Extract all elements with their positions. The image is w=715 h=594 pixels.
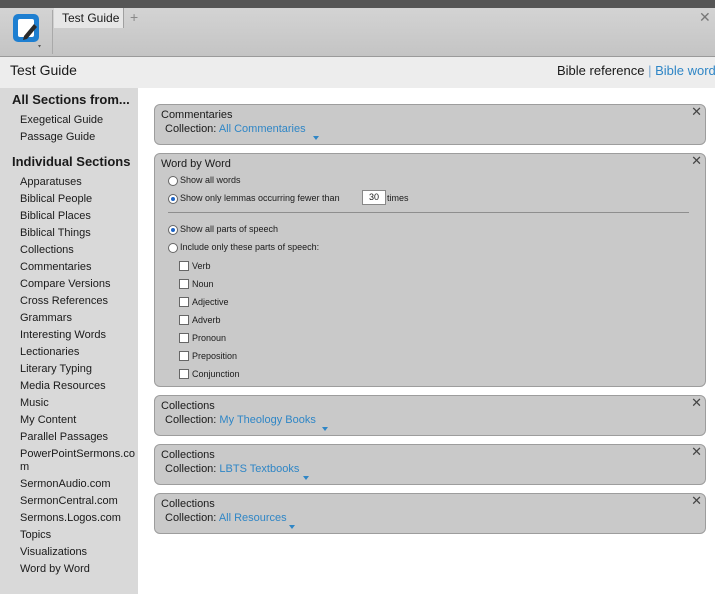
panel-title: Commentaries <box>161 109 233 121</box>
sidebar-item-biblical-places[interactable]: Biblical Places <box>20 210 91 222</box>
include-only-pos-radio[interactable] <box>168 243 178 253</box>
sidebar-heading-individual-sections: Individual Sections <box>12 154 131 169</box>
close-tab-icon[interactable]: ✕ <box>699 9 711 26</box>
pos-adjective-label: Adjective <box>192 297 229 307</box>
sidebar-item-cross-references[interactable]: Cross References <box>20 295 108 307</box>
sidebar-item-passage-guide[interactable]: Passage Guide <box>20 131 95 143</box>
close-icon[interactable]: ✕ <box>691 105 702 118</box>
collection-label: Collection: <box>165 414 217 426</box>
show-only-lemmas-radio[interactable] <box>168 194 178 204</box>
sidebar-item-sermoncentral[interactable]: SermonCentral.com <box>20 495 118 507</box>
pos-conjunction-checkbox[interactable] <box>179 369 189 379</box>
collection-dropdown[interactable]: All Commentaries <box>219 123 306 135</box>
show-all-words-label: Show all words <box>180 175 241 185</box>
bible-reference-option[interactable]: Bible reference <box>557 63 644 78</box>
sidebar-item-literary-typing[interactable]: Literary Typing <box>20 363 92 375</box>
guide-editor-icon[interactable] <box>8 10 53 54</box>
show-all-pos-label: Show all parts of speech <box>180 224 279 234</box>
sidebar-item-biblical-things[interactable]: Biblical Things <box>20 227 91 239</box>
sidebar-item-apparatuses[interactable]: Apparatuses <box>20 176 82 188</box>
collection-row: Collection: LBTS Textbooks <box>165 463 299 475</box>
page-title: Test Guide <box>10 62 77 78</box>
panel-title: Collections <box>161 449 215 461</box>
collection-row: Collection: My Theology Books <box>165 414 316 426</box>
sidebar-item-exegetical-guide[interactable]: Exegetical Guide <box>20 114 103 126</box>
collections-panel-3: Collections ✕ Collection: All Resources <box>154 493 706 534</box>
lemma-count-input[interactable]: 30 <box>362 190 386 205</box>
collection-row: Collection: All Resources <box>165 512 287 524</box>
pos-verb-label: Verb <box>192 261 211 271</box>
sidebar-item-commentaries[interactable]: Commentaries <box>20 261 92 273</box>
show-all-pos-radio[interactable] <box>168 225 178 235</box>
reference-separator: | <box>648 63 652 78</box>
sidebar-item-interesting-words[interactable]: Interesting Words <box>20 329 106 341</box>
collection-label: Collection: <box>165 463 217 475</box>
close-icon[interactable]: ✕ <box>691 445 702 458</box>
sidebar-item-word-by-word[interactable]: Word by Word <box>20 563 90 575</box>
sidebar-item-parallel-passages[interactable]: Parallel Passages <box>20 431 108 443</box>
sidebar-item-powerpointsermons-wrap[interactable]: m <box>20 461 29 473</box>
pos-conjunction-label: Conjunction <box>192 369 240 379</box>
sidebar-item-powerpointsermons[interactable]: PowerPointSermons.co <box>20 448 135 460</box>
show-all-words-radio[interactable] <box>168 176 178 186</box>
panel-title: Word by Word <box>161 158 231 170</box>
pos-adverb-checkbox[interactable] <box>179 315 189 325</box>
pos-pronoun-label: Pronoun <box>192 333 227 343</box>
sidebar-item-media-resources[interactable]: Media Resources <box>20 380 106 392</box>
sidebar-item-topics[interactable]: Topics <box>20 529 51 541</box>
sidebar-item-sermonaudio[interactable]: SermonAudio.com <box>20 478 111 490</box>
show-only-lemmas-label: Show only lemmas occurring fewer than <box>180 193 340 203</box>
sidebar-item-compare-versions[interactable]: Compare Versions <box>20 278 111 290</box>
collection-row: Collection: All Commentaries <box>165 123 306 135</box>
panel-title: Collections <box>161 498 215 510</box>
bible-word-option[interactable]: Bible word <box>655 63 715 78</box>
chevron-down-icon[interactable] <box>289 525 295 529</box>
close-icon[interactable]: ✕ <box>691 494 702 507</box>
close-icon[interactable]: ✕ <box>691 396 702 409</box>
collection-dropdown[interactable]: LBTS Textbooks <box>219 463 299 475</box>
collection-label: Collection: <box>165 123 217 135</box>
sidebar-heading-all-sections: All Sections from... <box>12 92 130 107</box>
collection-dropdown[interactable]: My Theology Books <box>219 414 315 426</box>
pos-preposition-label: Preposition <box>192 351 238 361</box>
pos-verb-checkbox[interactable] <box>179 261 189 271</box>
tab-test-guide[interactable]: Test Guide <box>54 8 124 28</box>
pos-noun-label: Noun <box>192 279 214 289</box>
collections-panel-2: Collections ✕ Collection: LBTS Textbooks <box>154 444 706 485</box>
collections-panel-1: Collections ✕ Collection: My Theology Bo… <box>154 395 706 436</box>
sidebar-item-lectionaries[interactable]: Lectionaries <box>20 346 79 358</box>
sidebar-item-visualizations[interactable]: Visualizations <box>20 546 87 558</box>
include-only-pos-label: Include only these parts of speech: <box>180 242 320 252</box>
sidebar-item-grammars[interactable]: Grammars <box>20 312 72 324</box>
sidebar-item-collections[interactable]: Collections <box>20 244 74 256</box>
reference-selector: Bible reference | Bible word <box>557 63 715 78</box>
window-title-strip <box>0 0 715 8</box>
sidebar-item-my-content[interactable]: My Content <box>20 414 76 426</box>
pos-adverb-label: Adverb <box>192 315 221 325</box>
collection-dropdown[interactable]: All Resources <box>219 512 287 524</box>
chevron-down-icon[interactable] <box>303 476 309 480</box>
pos-noun-checkbox[interactable] <box>179 279 189 289</box>
chevron-down-icon[interactable] <box>313 136 319 140</box>
collection-label: Collection: <box>165 512 217 524</box>
pos-preposition-checkbox[interactable] <box>179 351 189 361</box>
options-divider <box>168 212 689 213</box>
pos-pronoun-checkbox[interactable] <box>179 333 189 343</box>
panel-title: Collections <box>161 400 215 412</box>
commentaries-panel: Commentaries ✕ Collection: All Commentar… <box>154 104 706 145</box>
sidebar-item-music[interactable]: Music <box>20 397 49 409</box>
times-label: times <box>387 193 409 203</box>
new-tab-button[interactable]: + <box>130 8 138 26</box>
sidebar-item-biblical-people[interactable]: Biblical People <box>20 193 92 205</box>
sidebar-item-sermons-logos[interactable]: Sermons.Logos.com <box>20 512 121 524</box>
close-icon[interactable]: ✕ <box>691 154 702 167</box>
pos-adjective-checkbox[interactable] <box>179 297 189 307</box>
chevron-down-icon[interactable] <box>322 427 328 431</box>
